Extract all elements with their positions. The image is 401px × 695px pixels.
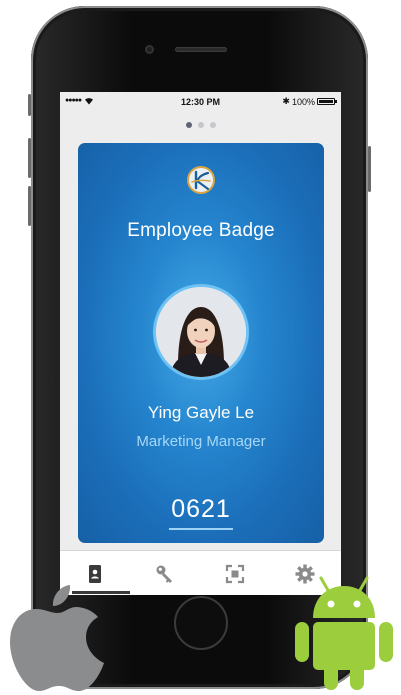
status-bar: ●●●●● 12:30 PM ✱ 100% (60, 92, 341, 111)
employee-photo (156, 287, 246, 377)
android-robot-icon (295, 576, 393, 690)
phone-screen: ●●●●● 12:30 PM ✱ 100% Employee Badge Yin… (60, 92, 341, 595)
employee-name: Ying Gayle Le (147, 403, 255, 422)
mute-switch (28, 94, 31, 116)
page-dot-3[interactable] (209, 122, 216, 128)
scan-icon (225, 564, 245, 583)
page-dot-2[interactable] (197, 122, 204, 128)
key-icon (156, 565, 172, 583)
earpiece-speaker (175, 47, 227, 52)
front-camera (145, 45, 154, 54)
home-button[interactable] (174, 596, 228, 650)
tab-scan[interactable] (200, 551, 270, 595)
page-dot-1[interactable] (185, 122, 192, 128)
page-indicator[interactable] (60, 122, 341, 128)
badge-number-underline (169, 528, 233, 530)
company-logo-icon (187, 166, 215, 194)
tab-key[interactable] (130, 551, 200, 595)
apple-logo-icon (10, 585, 104, 691)
avatar (153, 284, 249, 380)
bluetooth-icon: ✱ (282, 96, 290, 106)
employee-badge-card: Employee Badge Ying Gayle Le Marketing M… (78, 143, 324, 543)
battery-icon (317, 98, 337, 105)
volume-down-button (28, 186, 31, 226)
employee-role: Marketing Manager (136, 433, 266, 450)
power-button (368, 146, 371, 192)
battery-percent: 100% (291, 96, 315, 107)
badge-number: 0621 (171, 495, 231, 523)
volume-up-button (28, 138, 31, 178)
badge-title: Employee Badge (127, 220, 275, 241)
badge-icon (89, 564, 101, 583)
